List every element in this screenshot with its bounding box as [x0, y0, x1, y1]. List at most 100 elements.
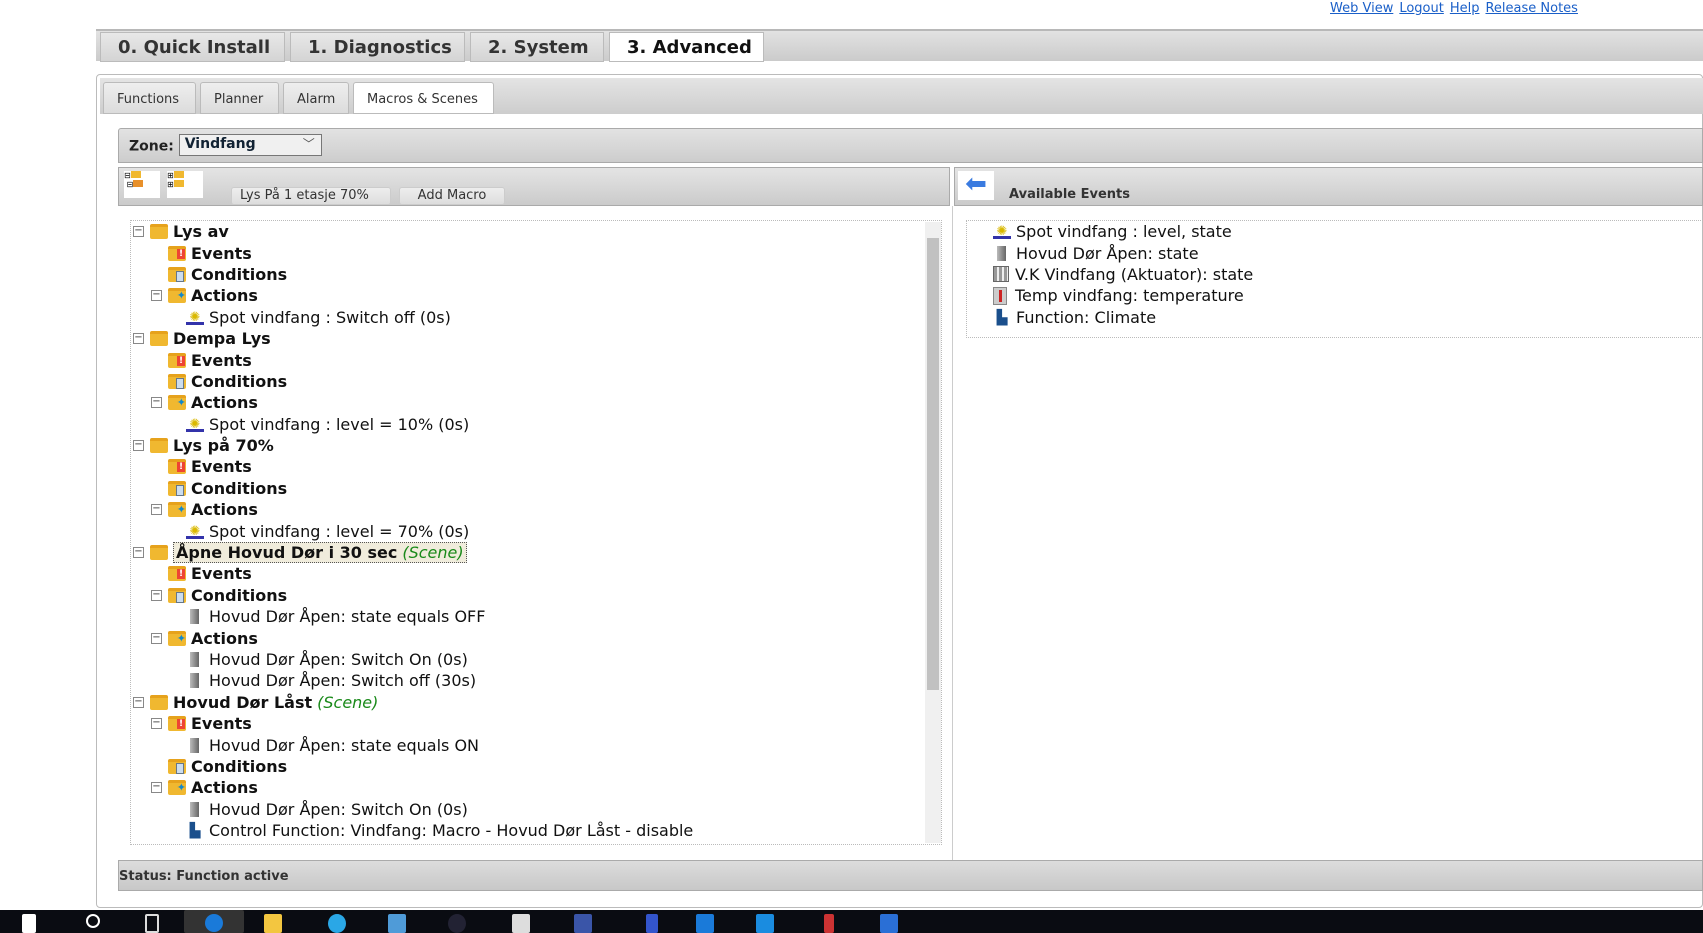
file-explorer-icon[interactable]	[264, 914, 282, 933]
macro-item-node[interactable]: ✺ Spot vindfang : Switch off (0s)	[131, 307, 941, 328]
macro-node[interactable]: − Lys av	[131, 221, 941, 242]
tab-diagnostics[interactable]: 1. Diagnostics	[290, 32, 465, 62]
macro-node[interactable]: − Dempa Lys	[131, 328, 941, 349]
collapse-toggle-icon[interactable]: −	[133, 440, 144, 452]
node-label: Events	[191, 243, 252, 263]
macro-item-node[interactable]: ✺ Spot vindfang : level = 10% (0s)	[131, 414, 941, 435]
collapse-tree-icon[interactable]: ⊟ ⊟	[124, 171, 160, 198]
collapse-toggle-icon[interactable]: −	[151, 782, 162, 794]
app-icon[interactable]	[646, 914, 658, 933]
macro-section-node[interactable]: Conditions	[131, 264, 941, 285]
macro-item-node[interactable]: Hovud Dør Åpen: Switch On (0s)	[131, 649, 941, 670]
tab-planner[interactable]: Planner	[200, 82, 279, 114]
macro-section-node[interactable]: Conditions	[131, 756, 941, 777]
collapse-toggle-icon[interactable]: −	[151, 589, 162, 601]
app-icon[interactable]	[880, 914, 898, 933]
events-toolbar: ⬅ Available Events	[954, 167, 1703, 206]
help-link[interactable]: Help	[1450, 1, 1480, 16]
macro-item-node[interactable]: Hovud Dør Åpen: state equals ON	[131, 734, 941, 755]
macro-toolbar: ⊟ ⊟ ⊞ ⊞ Lys På 1 etasje 70% Add Macro	[118, 167, 950, 206]
add-macro-button[interactable]: Add Macro	[399, 187, 505, 205]
app-icon[interactable]	[574, 914, 592, 933]
collapse-toggle-icon[interactable]: −	[133, 547, 144, 559]
tab-functions[interactable]: Functions	[103, 82, 196, 114]
macro-node[interactable]: − Hovud Dør Låst (Scene)	[131, 692, 941, 713]
node-label: Conditions	[191, 371, 288, 391]
macro-item-node[interactable]: Hovud Dør Åpen: Switch On (0s)	[131, 799, 941, 820]
macro-name-field[interactable]: Lys På 1 etasje 70%	[231, 187, 391, 205]
web-view-link[interactable]: Web View	[1330, 1, 1393, 16]
available-event-item[interactable]: V.K Vindfang (Aktuator): state	[967, 264, 1702, 285]
macro-section-node[interactable]: − Actions	[131, 392, 941, 413]
macro-section-node[interactable]: − Actions	[131, 285, 941, 306]
node-label: Lys på 70%	[173, 436, 274, 456]
app-icon[interactable]	[388, 914, 406, 933]
tab-advanced[interactable]: 3. Advanced	[609, 32, 764, 62]
node-label-wrap: Hovud Dør Åpen: Switch off (30s)	[209, 671, 476, 690]
available-event-item[interactable]: Hovud Dør Åpen: state	[967, 242, 1702, 263]
app-icon[interactable]	[448, 914, 466, 933]
macro-section-node[interactable]: − Actions	[131, 777, 941, 798]
taskbar-edge-active[interactable]	[184, 910, 244, 933]
collapse-toggle-icon[interactable]: −	[151, 504, 162, 516]
app-icon[interactable]	[756, 914, 774, 933]
macro-section-node[interactable]: Events	[131, 456, 941, 477]
app-icon[interactable]	[512, 914, 530, 933]
app-icon[interactable]	[696, 914, 714, 933]
light-bulb-icon: ✺	[186, 524, 204, 539]
scrollbar-thumb[interactable]	[927, 238, 939, 690]
search-icon[interactable]	[86, 914, 100, 928]
macro-section-node[interactable]: Events	[131, 349, 941, 370]
release-notes-link[interactable]: Release Notes	[1485, 1, 1577, 16]
tab-system[interactable]: 2. System	[470, 32, 604, 62]
node-label: Hovud Dør Åpen: Switch On (0s)	[209, 799, 468, 819]
event-label: Spot vindfang : level, state	[1016, 222, 1232, 242]
zone-select[interactable]: Vindfang ﹀	[178, 134, 322, 156]
macro-section-node[interactable]: − Events	[131, 713, 941, 734]
events-folder-icon	[168, 566, 186, 582]
node-label: Conditions	[191, 264, 288, 284]
collapse-toggle-icon[interactable]: −	[151, 290, 162, 302]
pane-divider[interactable]	[952, 206, 953, 861]
macro-section-node[interactable]: Events	[131, 242, 941, 263]
expand-tree-icon[interactable]: ⊞ ⊞	[167, 171, 203, 198]
macro-item-node[interactable]: ▙ Control Function: Vindfang: Macro - Hov…	[131, 820, 941, 841]
macro-section-node[interactable]: Conditions	[131, 371, 941, 392]
collapse-toggle-icon[interactable]: −	[151, 718, 162, 730]
collapse-toggle-icon[interactable]: −	[133, 696, 144, 708]
macro-node[interactable]: − Åpne Hovud Dør i 30 sec (Scene)	[131, 542, 941, 564]
conditions-folder-icon	[168, 373, 186, 389]
macro-node[interactable]: − Lys på 70%	[131, 435, 941, 456]
thermometer-icon	[993, 286, 1007, 305]
house-icon: ▙	[996, 309, 1008, 326]
available-event-item[interactable]: Temp vindfang: temperature	[967, 285, 1702, 306]
available-event-item[interactable]: ✺ Spot vindfang : level, state	[967, 221, 1702, 242]
internet-explorer-icon[interactable]	[328, 914, 346, 933]
arrow-left-icon[interactable]: ⬅	[958, 171, 994, 200]
macro-item-node[interactable]: Hovud Dør Åpen: Switch off (30s)	[131, 670, 941, 691]
node-label-wrap: Actions	[191, 393, 258, 412]
macro-section-node[interactable]: − Conditions	[131, 585, 941, 606]
task-view-icon[interactable]	[145, 914, 159, 933]
macro-section-node[interactable]: Conditions	[131, 478, 941, 499]
macro-item-node[interactable]: Hovud Dør Åpen: state equals OFF	[131, 606, 941, 627]
tab-macros-scenes[interactable]: Macros & Scenes	[353, 82, 494, 114]
macro-item-node[interactable]: ✺ Spot vindfang : level = 70% (0s)	[131, 520, 941, 541]
macro-section-node[interactable]: − Actions	[131, 627, 941, 648]
collapse-toggle-icon[interactable]: −	[133, 333, 144, 345]
collapse-toggle-icon[interactable]: −	[151, 632, 162, 644]
chevron-down-icon: ﹀	[302, 137, 315, 151]
start-icon[interactable]	[22, 914, 36, 933]
zone-value: Vindfang	[184, 136, 256, 152]
app-icon[interactable]	[824, 914, 834, 933]
macro-section-node[interactable]: Events	[131, 563, 941, 584]
macro-section-node[interactable]: − Actions	[131, 499, 941, 520]
logout-link[interactable]: Logout	[1399, 1, 1444, 16]
available-event-item[interactable]: ▙ Function: Climate	[967, 307, 1702, 328]
tab-quick-install[interactable]: 0. Quick Install	[100, 32, 285, 62]
collapse-toggle-icon[interactable]: −	[151, 397, 162, 409]
tab-alarm[interactable]: Alarm	[283, 82, 349, 114]
node-label-wrap: Hovud Dør Åpen: Switch On (0s)	[209, 650, 468, 669]
event-label: V.K Vindfang (Aktuator): state	[1015, 264, 1254, 284]
collapse-toggle-icon[interactable]: −	[133, 226, 144, 238]
